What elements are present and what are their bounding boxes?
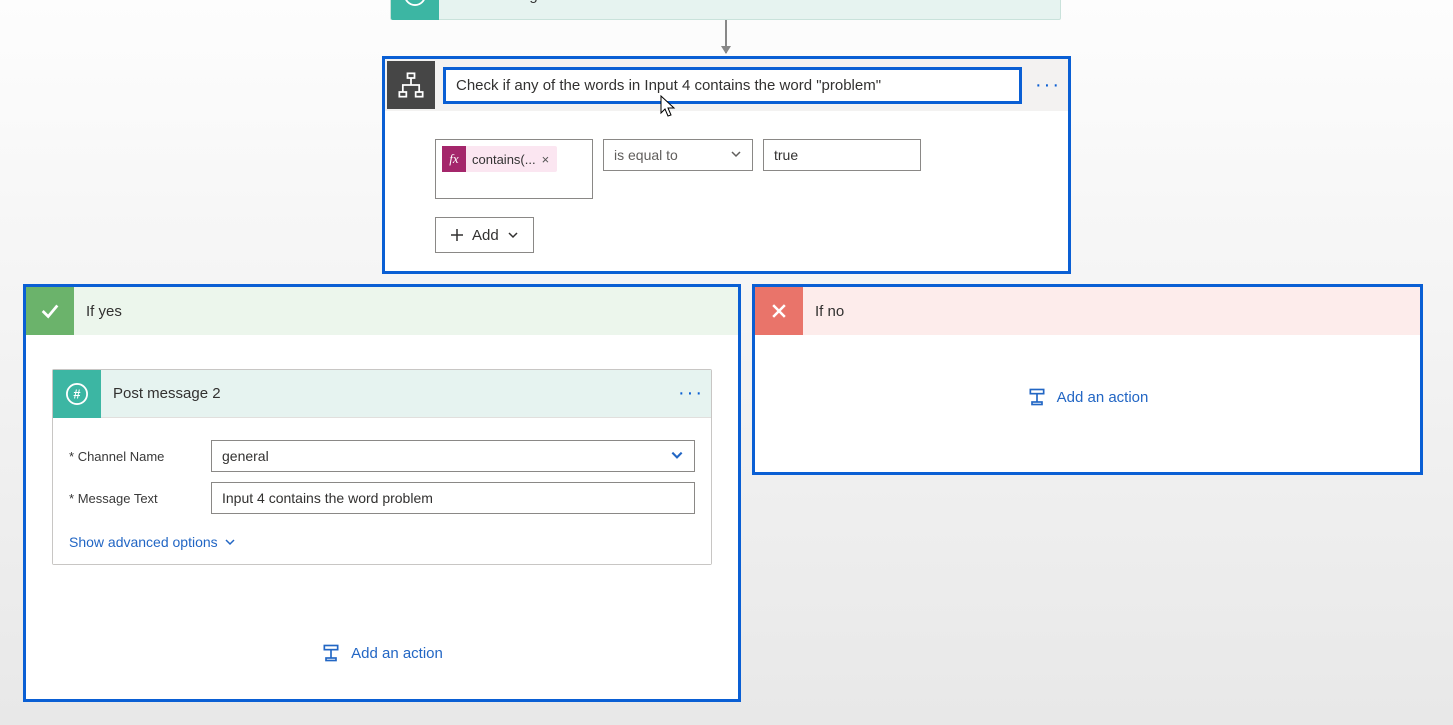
post-message-2-header[interactable]: # Post message 2 ··· [53, 370, 711, 418]
condition-title-input[interactable]: Check if any of the words in Input 4 con… [443, 67, 1022, 104]
if-yes-branch: If yes # Post message 2 ··· * Channel Na… [23, 284, 741, 702]
chevron-down-icon [507, 229, 519, 241]
add-action-yes-button[interactable]: Add an action [52, 643, 712, 663]
chevron-down-icon [670, 448, 684, 465]
chevron-down-icon [224, 536, 236, 548]
condition-menu-button[interactable]: ··· [1028, 74, 1068, 97]
post-message-2-menu-button[interactable]: ··· [671, 382, 711, 405]
add-condition-button[interactable]: Add [435, 217, 534, 253]
message-text-input[interactable]: Input 4 contains the word problem [211, 482, 695, 514]
hash-icon: # [391, 0, 439, 20]
condition-card: Check if any of the words in Input 4 con… [382, 56, 1071, 274]
if-no-branch: If no Add an action [752, 284, 1423, 475]
if-no-title: If no [803, 303, 844, 320]
post-message-2-title: Post message 2 [101, 385, 671, 402]
condition-icon [387, 61, 435, 109]
message-text-label: * Message Text [69, 491, 211, 506]
close-icon [755, 287, 803, 335]
chevron-down-icon [730, 147, 742, 163]
add-action-no-button[interactable]: Add an action [755, 387, 1420, 407]
svg-text:#: # [411, 0, 418, 3]
channel-name-label: * Channel Name [69, 449, 211, 464]
expression-token[interactable]: fx contains(... × [442, 146, 557, 172]
add-action-icon [1027, 387, 1047, 407]
add-action-icon [321, 643, 341, 663]
prev-action-card[interactable]: # Post message [390, 0, 1061, 20]
svg-text:#: # [73, 386, 80, 401]
condition-right-operand[interactable]: true [763, 139, 921, 171]
post-message-2-card: # Post message 2 ··· * Channel Name gene… [52, 369, 712, 565]
prev-action-title: Post message [439, 0, 546, 4]
channel-name-select[interactable]: general [211, 440, 695, 472]
if-yes-title: If yes [74, 303, 122, 320]
hash-icon: # [53, 370, 101, 418]
condition-operator-select[interactable]: is equal to [603, 139, 753, 171]
fx-icon: fx [442, 146, 466, 172]
plus-icon [450, 228, 464, 242]
show-advanced-options-link[interactable]: Show advanced options [69, 534, 236, 550]
if-yes-header: If yes [26, 287, 738, 335]
if-no-header: If no [755, 287, 1420, 335]
condition-left-operand[interactable]: fx contains(... × [435, 139, 593, 199]
check-icon [26, 287, 74, 335]
condition-header[interactable]: Check if any of the words in Input 4 con… [385, 59, 1068, 111]
flow-connector [725, 20, 727, 53]
remove-token-button[interactable]: × [542, 152, 550, 167]
